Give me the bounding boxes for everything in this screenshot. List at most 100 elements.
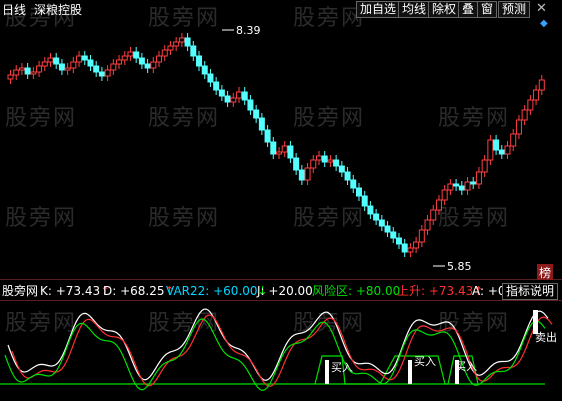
indicator-a: A: +0 [472, 284, 506, 298]
moving-average-button[interactable]: 均线 [398, 1, 431, 18]
candle [41, 61, 48, 67]
candle [321, 155, 328, 163]
candle [441, 189, 448, 201]
candle [435, 199, 442, 211]
candle [207, 73, 214, 83]
candle [458, 185, 465, 191]
candle [201, 65, 208, 75]
candle [395, 237, 402, 245]
candle [464, 181, 471, 191]
candle [213, 81, 220, 91]
indicator-bar: 股旁网 K: +73.43↑ D: +68.25↑ VAR22: +60.00↓… [0, 281, 562, 301]
candle [287, 145, 294, 159]
indicator-k: K: +73.43↑ [40, 284, 111, 298]
candle [281, 145, 288, 153]
candle [401, 243, 408, 253]
candle [7, 74, 14, 80]
buy-signal-bar [408, 360, 412, 384]
indicator-var22: VAR22: +60.00↓ [166, 284, 268, 298]
candle [161, 49, 168, 57]
candle [310, 159, 317, 169]
candle [241, 91, 248, 101]
candle [487, 139, 494, 161]
low-marker: 5.85 [433, 260, 472, 273]
candle [315, 155, 322, 161]
candle [258, 117, 265, 131]
candle [538, 79, 545, 91]
candle [190, 45, 197, 57]
indicator-rise: 上升: +73.43↑ [397, 284, 484, 298]
indicator-name[interactable]: 股旁网 [2, 284, 38, 298]
candle [253, 109, 260, 119]
indicator-d: D: +68.25↑ [103, 284, 175, 298]
candle [24, 67, 31, 75]
candle [133, 51, 140, 59]
candle [344, 171, 351, 181]
candle [110, 63, 117, 71]
candle [47, 57, 54, 63]
candle [144, 63, 151, 69]
add-watchlist-button[interactable]: 加自选 [356, 1, 401, 18]
candlestick-chart: 8.39 5.85 榜 [0, 24, 562, 280]
candle [13, 69, 20, 76]
candle [470, 181, 477, 185]
candle [104, 69, 111, 77]
candle [270, 141, 277, 155]
candle [493, 139, 500, 151]
candle [481, 159, 488, 173]
candle [18, 67, 25, 71]
candle [36, 65, 43, 73]
d-line [11, 314, 553, 387]
buy-label: 买入 [414, 355, 436, 368]
candle [333, 159, 340, 167]
candle [127, 51, 134, 57]
candle [378, 219, 385, 227]
candle [515, 119, 522, 135]
close-icon[interactable]: ✕ [536, 1, 547, 17]
buy-label: 买入 [331, 361, 353, 374]
candle [93, 65, 100, 73]
forecast-button[interactable]: 预测 [498, 1, 531, 18]
high-price-label: 8.39 [236, 24, 261, 37]
candle [224, 95, 231, 103]
candle [98, 71, 105, 77]
candle [327, 159, 334, 163]
candle [81, 55, 88, 61]
candle [150, 61, 157, 69]
candle [361, 195, 368, 207]
candle [138, 57, 145, 65]
candle [533, 89, 540, 101]
period-label[interactable]: 日线 [2, 2, 26, 18]
candle [156, 55, 163, 63]
candle [384, 225, 391, 233]
candle [247, 99, 254, 111]
candle [390, 231, 397, 239]
indicator-risk-zone: 风险区: +80.00 [312, 284, 401, 298]
candle [447, 183, 454, 191]
overlay-button[interactable]: 叠 [458, 1, 479, 18]
candle [350, 179, 357, 189]
ex-rights-button[interactable]: 除权 [428, 1, 461, 18]
candle [87, 59, 94, 67]
candle [407, 247, 414, 253]
indicator-j: J: +20.00 [257, 284, 313, 298]
candles [7, 33, 545, 257]
oscillator-chart: 买入 买入 买入 卖出 [0, 300, 562, 391]
j-line [4, 318, 546, 391]
candle [430, 209, 437, 221]
rank-badge-label: 榜 [539, 265, 551, 280]
buy-label: 买入 [455, 360, 477, 373]
candle [510, 133, 517, 147]
window-button[interactable]: 窗 [477, 1, 498, 18]
candle [304, 167, 311, 181]
candle [53, 57, 60, 65]
candle [64, 67, 71, 71]
indicator-explain-button[interactable]: 指标说明 [502, 283, 559, 300]
candle [373, 213, 380, 221]
candle [367, 205, 374, 215]
candle [298, 169, 305, 181]
candle [498, 149, 505, 155]
candle [30, 71, 37, 75]
candle [218, 89, 225, 97]
candle [230, 97, 237, 103]
